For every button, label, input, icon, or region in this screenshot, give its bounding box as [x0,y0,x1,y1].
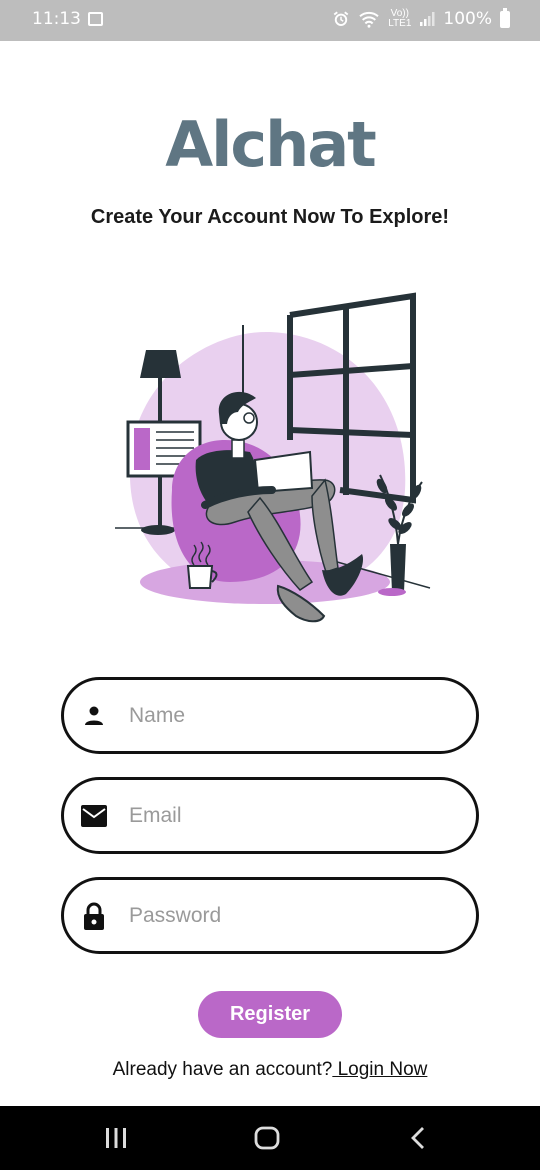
wifi-icon [359,11,379,28]
volte-label: Vo)) LTE1 [388,9,411,29]
mail-icon [81,803,107,829]
gallery-notification-icon [88,12,103,26]
battery-icon [500,7,510,28]
signal-icon [420,12,435,26]
lock-icon [81,902,107,930]
login-now-link[interactable]: Login Now [332,1059,428,1080]
status-time: 11:13 [32,9,81,29]
app-logo: Alchat [165,108,377,181]
password-input[interactable] [127,902,451,929]
name-input[interactable] [127,702,451,729]
back-icon [411,1127,424,1149]
recent-apps-button[interactable] [96,1122,136,1154]
home-icon [254,1126,280,1150]
password-field[interactable] [61,877,479,954]
status-icons: Vo)) LTE1 100% [332,7,510,29]
name-field[interactable] [61,677,479,754]
page-subtitle: Create Your Account Now To Explore! [90,206,450,228]
volte-bottom: LTE1 [388,18,412,29]
alarm-icon [333,11,349,26]
email-input[interactable] [127,802,451,829]
recent-apps-icon [106,1128,126,1148]
email-field[interactable] [61,777,479,854]
battery-percent: 100% [443,9,492,29]
home-button[interactable] [247,1122,287,1154]
system-navigation-bar [0,1106,540,1170]
login-prompt-row: Already have an account? Login Now [0,1059,540,1081]
login-prompt-text: Already have an account? [112,1059,333,1080]
hero-illustration [115,292,431,623]
register-button[interactable]: Register [198,991,342,1038]
status-bar: 11:13 Vo)) LTE1 100% [0,0,540,41]
person-icon [81,703,107,729]
back-button[interactable] [398,1122,438,1154]
